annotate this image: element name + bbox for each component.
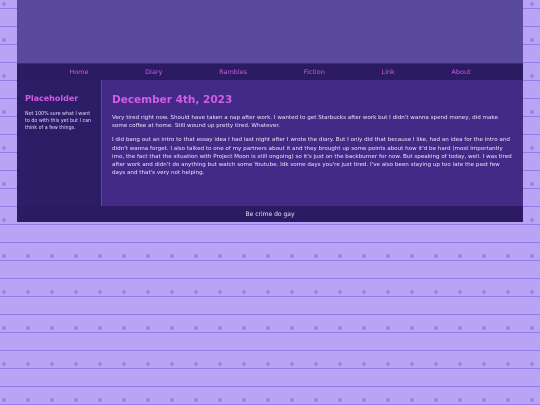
diary-entry: December 4th, 2023 Very tired right now.…	[101, 80, 523, 206]
nav-rambles-link[interactable]: Rambles	[219, 68, 247, 76]
nav-diary-link[interactable]: Diary	[145, 68, 162, 76]
content-row: Placeholder Not 100% sure what I want to…	[17, 80, 523, 206]
footer-text: Be crime do gay	[245, 210, 295, 218]
sidebar-title: Placeholder	[25, 94, 79, 103]
entry-date: December 4th, 2023	[112, 94, 233, 106]
page-container: Home Diary Rambles Fiction Link About Pl…	[17, 0, 523, 222]
entry-paragraph-2: I did bang out an intro to that essay id…	[112, 137, 512, 177]
header-banner	[17, 0, 523, 64]
footer: Be crime do gay	[17, 206, 523, 222]
sidebar-text: Not 100% sure what I want to do with thi…	[25, 112, 92, 131]
nav-home-link[interactable]: Home	[69, 68, 88, 76]
sidebar: Placeholder Not 100% sure what I want to…	[17, 80, 101, 206]
nav-fiction-link[interactable]: Fiction	[304, 68, 325, 76]
entry-paragraph-1: Very tired right now. Should have taken …	[112, 115, 498, 130]
main-nav: Home Diary Rambles Fiction Link About	[17, 64, 523, 80]
nav-link-link[interactable]: Link	[381, 68, 394, 76]
nav-about-link[interactable]: About	[451, 68, 470, 76]
